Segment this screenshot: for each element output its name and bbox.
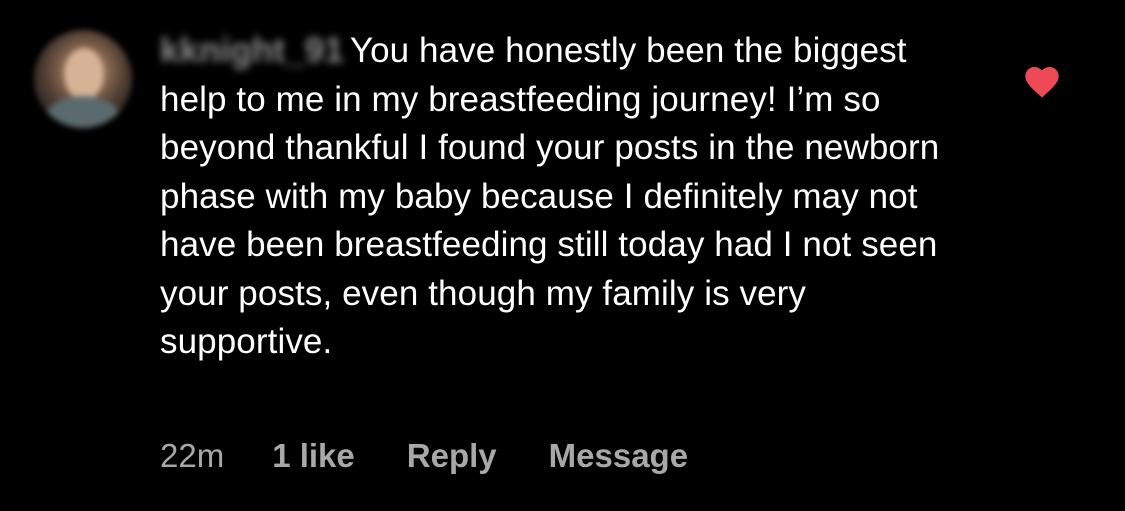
user-avatar[interactable] xyxy=(34,30,132,128)
comment-time: 22m xyxy=(160,437,225,474)
comment-username[interactable]: kknight_91 xyxy=(160,27,344,76)
likes-count-link[interactable]: 1 like xyxy=(272,437,355,475)
heart-icon[interactable] xyxy=(1022,62,1062,102)
comment-text: You have honestly been the biggest help … xyxy=(160,31,940,361)
comment: kknight_91 You have honestly been the big… xyxy=(0,0,1125,511)
avatar-face xyxy=(64,48,104,100)
avatar-shoulders xyxy=(44,96,122,128)
message-button[interactable]: Message xyxy=(549,437,688,475)
heart-shape xyxy=(1025,67,1059,98)
comment-body: kknight_91 You have honestly been the big… xyxy=(160,27,960,367)
reply-button[interactable]: Reply xyxy=(407,437,497,475)
comment-meta: 22m 1 like Reply Message xyxy=(160,434,740,478)
